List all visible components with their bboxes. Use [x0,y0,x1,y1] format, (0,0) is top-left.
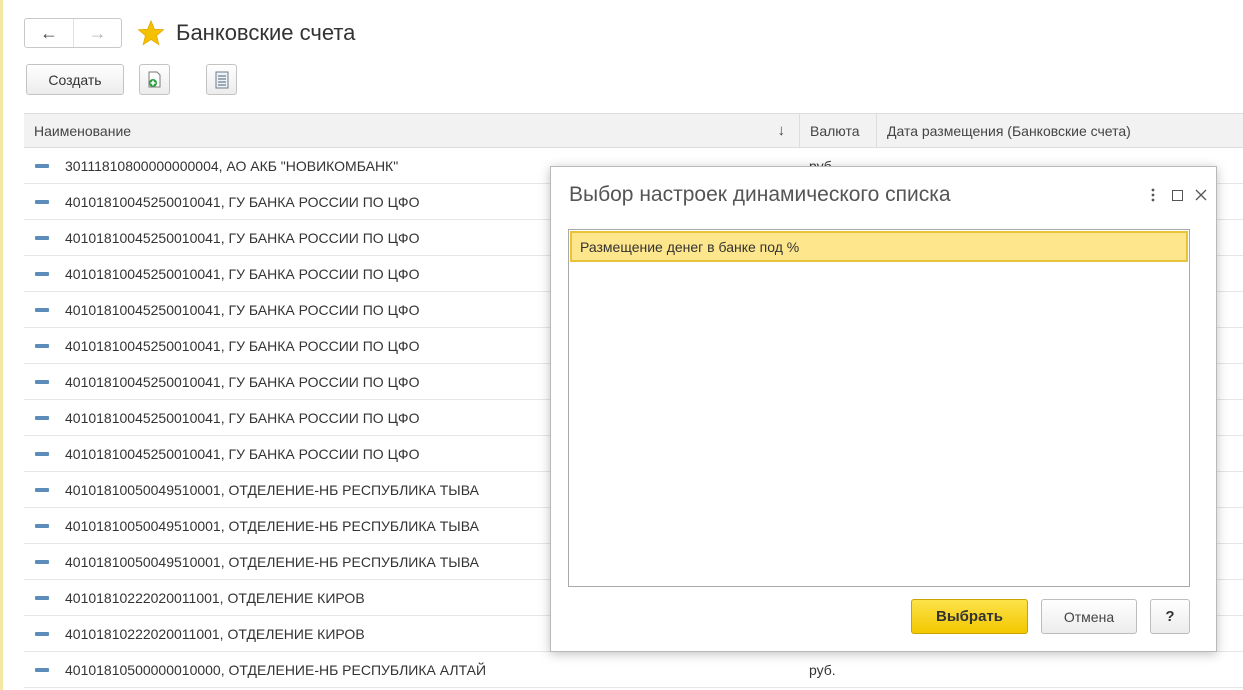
table-header: Наименование ↓ Валюта Дата размещения (Б… [24,113,1243,148]
page-title: Банковские счета [176,20,356,45]
copy-button[interactable] [139,64,170,95]
account-icon [35,199,49,204]
list-settings-button[interactable] [206,64,237,95]
account-icon [35,667,49,672]
arrow-right-icon: → [88,22,107,43]
list-settings-icon [215,71,228,88]
forward-button[interactable]: → [73,19,121,47]
table-row[interactable]: 40101810500000010000, ОТДЕЛЕНИЕ-НБ РЕСПУ… [24,652,1243,688]
column-header-name[interactable]: Наименование ↓ [24,114,799,147]
window-edge [0,0,3,690]
maximize-icon [1171,189,1183,201]
back-button[interactable]: ← [25,19,73,47]
account-icon [35,379,49,384]
cell-currency: руб. [809,661,836,678]
column-header-currency[interactable]: Валюта [799,114,876,147]
toolbar: Создать [26,64,237,95]
account-icon [35,559,49,564]
account-icon [35,235,49,240]
nav-buttons: ← → [24,18,122,48]
more-vertical-icon [1151,188,1155,202]
account-icon [35,451,49,456]
account-icon [35,271,49,276]
account-icon [35,631,49,636]
column-header-date[interactable]: Дата размещения (Банковские счета) [876,114,1243,147]
favorite-button[interactable] [136,18,166,48]
cancel-button[interactable]: Отмена [1041,599,1137,634]
help-button[interactable]: ? [1150,599,1190,634]
maximize-button[interactable] [1165,181,1189,209]
account-icon [35,307,49,312]
account-icon [35,415,49,420]
account-icon [35,595,49,600]
add-copy-icon [148,71,160,87]
create-button[interactable]: Создать [26,64,124,95]
header: ← → Банковские счета [24,16,355,50]
account-icon [35,163,49,168]
account-icon [35,523,49,528]
sort-down-icon: ↓ [777,122,786,139]
star-icon [137,19,165,46]
account-icon [35,487,49,492]
cell-name: 40101810500000010000, ОТДЕЛЕНИЕ-НБ РЕСПУ… [65,661,487,678]
more-button[interactable] [1141,181,1165,209]
dialog-title: Выбор настроек динамического списка [569,183,951,206]
choose-button[interactable]: Выбрать [911,599,1028,634]
settings-dialog: Выбор настроек динамического списка Разм… [550,166,1217,652]
arrow-left-icon: ← [40,22,58,43]
close-icon [1195,189,1207,201]
list-item-selected[interactable]: Размещение денег в банке под % [570,231,1188,262]
account-icon [35,343,49,348]
settings-list[interactable]: Размещение денег в банке под % [568,229,1190,587]
close-button[interactable] [1189,181,1213,209]
